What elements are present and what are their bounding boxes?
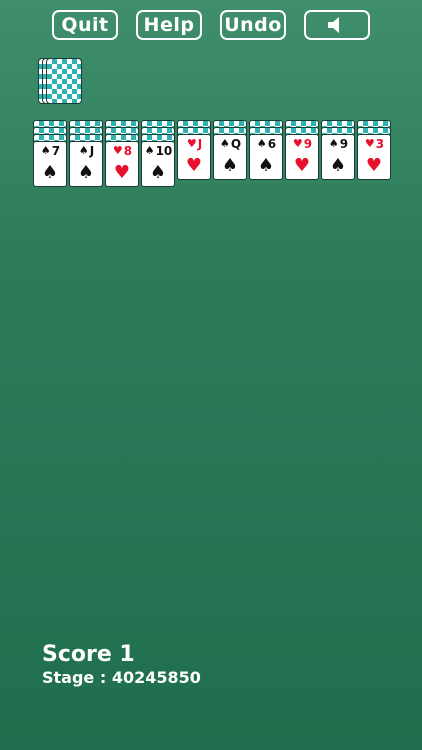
card-corner: ♠ 6 [252,137,281,151]
card-big-suit: ♠ [77,162,95,183]
card-corner: ♠ 10 [144,144,173,158]
quit-button[interactable]: Quit [52,10,118,40]
card-rank: 6 [267,137,277,151]
card-rank: J [89,144,95,158]
card-big-suit: ♥ [365,155,383,176]
speaker-icon [328,17,339,33]
card-rank: 9 [303,137,313,151]
card-suit: ♥ [112,144,123,157]
card-corner: ♥ 9 [288,137,317,151]
card-suit: ♥ [364,137,375,150]
face-up-card[interactable]: ♥ J ♥ [177,134,211,180]
card-suit: ♠ [256,137,267,150]
stock-card [46,58,82,104]
card-suit: ♠ [144,144,155,157]
card-suit: ♠ [40,144,51,157]
face-up-card[interactable]: ♥ 9 ♥ [285,134,319,180]
help-button[interactable]: Help [136,10,202,40]
card-big-suit: ♠ [221,155,239,176]
card-rank: 3 [375,137,385,151]
card-big-suit: ♠ [257,155,275,176]
card-big-suit: ♠ [329,155,347,176]
card-corner: ♥ J [180,137,209,151]
face-up-card[interactable]: ♠ 9 ♠ [321,134,355,180]
score-text: Score 1 [42,642,135,667]
stock-pile[interactable] [38,58,84,106]
toolbar: Quit Help Undo [0,8,422,44]
card-corner: ♠ 9 [324,137,353,151]
card-corner: ♠ Q [216,137,245,151]
card-big-suit: ♠ [149,162,167,183]
card-corner: ♠ 7 [36,144,65,158]
face-up-card[interactable]: ♠ 7 ♠ [33,141,67,187]
stage-text: Stage : 40245850 [42,668,201,687]
card-big-suit: ♥ [185,155,203,176]
card-corner: ♥ 8 [108,144,137,158]
card-corner: ♠ J [72,144,101,158]
undo-button[interactable]: Undo [220,10,286,40]
card-suit: ♠ [219,137,230,150]
face-up-card[interactable]: ♥ 3 ♥ [357,134,391,180]
tableau: ♠ 7 ♠ ♠ J ♠ ♥ 8 ♥ ♠ 10 ♠ ♥ J ♥ ♠ Q ♠ ♠ 6 ♠ ♥ 9 ♥ ♠ 9 ♠ ♥ 3 ♥ [0,120,422,210]
card-rank: 9 [339,137,349,151]
card-rank: 10 [155,144,173,158]
card-suit: ♥ [292,137,303,150]
card-big-suit: ♠ [41,162,59,183]
card-rank: 7 [51,144,61,158]
card-rank: J [197,137,203,151]
card-rank: Q [230,137,242,151]
card-suit: ♥ [186,137,197,150]
face-up-card[interactable]: ♥ 8 ♥ [105,141,139,187]
face-up-card[interactable]: ♠ 10 ♠ [141,141,175,187]
card-suit: ♠ [78,144,89,157]
face-up-card[interactable]: ♠ 6 ♠ [249,134,283,180]
card-big-suit: ♥ [113,162,131,183]
card-rank: 8 [123,144,133,158]
card-suit: ♠ [328,137,339,150]
face-up-card[interactable]: ♠ Q ♠ [213,134,247,180]
sound-button[interactable] [304,10,370,40]
face-up-card[interactable]: ♠ J ♠ [69,141,103,187]
card-corner: ♥ 3 [360,137,389,151]
card-big-suit: ♥ [293,155,311,176]
